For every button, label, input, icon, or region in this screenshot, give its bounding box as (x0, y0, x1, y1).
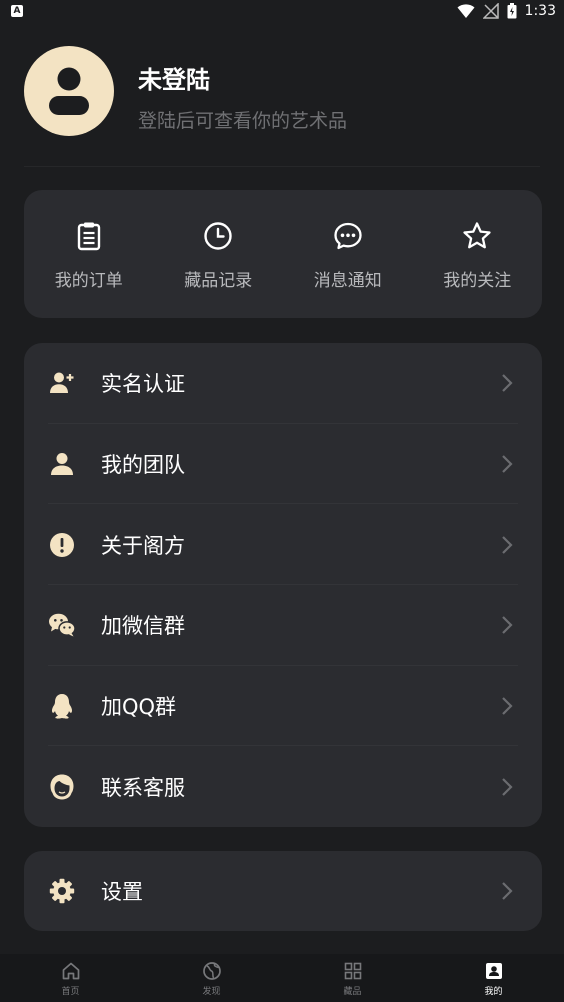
home-icon (62, 962, 79, 980)
wifi-icon (457, 4, 475, 18)
user-icon (48, 450, 76, 478)
menu-card: 实名认证 我的团队 关于阁方 加微信群 加QQ群 联系客服 (24, 343, 542, 827)
menu-item-label: 联系客服 (101, 775, 185, 800)
menu-item-team[interactable]: 我的团队 (24, 424, 542, 505)
quick-actions-card: 我的订单 藏品记录 消息通知 我的关注 (24, 190, 542, 318)
tab-label: 藏品 (343, 987, 362, 997)
default-avatar-icon (49, 67, 89, 115)
user-add-icon (48, 369, 76, 397)
chat-icon (334, 222, 362, 250)
menu-item-label: 关于阁方 (101, 533, 185, 558)
quick-action-notifications[interactable]: 消息通知 (283, 190, 413, 318)
bottom-tab-bar: 首页 发现 藏品 我的 (0, 954, 564, 1002)
no-signal-icon (482, 3, 499, 19)
avatar[interactable] (24, 46, 114, 136)
profile-header[interactable]: 未登陆 登陆后可查看你的艺术品 (24, 46, 544, 138)
service-icon (48, 773, 76, 801)
chevron-right-icon (502, 374, 513, 393)
wechat-icon (48, 611, 76, 639)
chevron-right-icon (502, 616, 513, 635)
menu-item-label: 实名认证 (101, 372, 185, 397)
quick-action-orders[interactable]: 我的订单 (24, 190, 154, 318)
grid-icon (344, 962, 361, 980)
gear-icon (48, 877, 76, 905)
menu-item-label: 设置 (101, 880, 143, 904)
quick-action-label: 我的订单 (54, 271, 123, 291)
clock-icon (204, 222, 232, 250)
tab-mine[interactable]: 我的 (423, 954, 564, 1002)
quick-action-label: 消息通知 (313, 271, 382, 291)
star-icon (463, 222, 491, 249)
quick-action-label: 藏品记录 (184, 271, 253, 291)
globe-icon (202, 962, 221, 980)
chevron-right-icon (502, 778, 513, 796)
quick-action-label: 我的关注 (443, 271, 512, 291)
info-icon (48, 531, 76, 559)
status-bar: A 1:33 (0, 0, 564, 24)
login-status-title[interactable]: 未登陆 (138, 60, 210, 95)
chevron-right-icon (502, 535, 513, 554)
quick-action-following[interactable]: 我的关注 (413, 190, 543, 318)
menu-item-label: 加QQ群 (101, 695, 177, 720)
tab-discover[interactable]: 发现 (141, 954, 282, 1002)
menu-item-qq-group[interactable]: 加QQ群 (24, 666, 542, 747)
menu-item-about[interactable]: 关于阁方 (24, 504, 542, 585)
menu-item-settings[interactable]: 设置 (24, 851, 542, 931)
menu-item-label: 加微信群 (101, 614, 185, 639)
clipboard-icon (77, 222, 100, 251)
notification-icon: A (11, 5, 23, 17)
tab-label: 我的 (484, 987, 503, 997)
battery-icon (507, 3, 517, 19)
tab-home[interactable]: 首页 (0, 954, 141, 1002)
quick-action-collection-records[interactable]: 藏品记录 (154, 190, 284, 318)
menu-item-wechat-group[interactable]: 加微信群 (24, 585, 542, 666)
chevron-right-icon (502, 455, 513, 473)
tab-label: 发现 (202, 987, 221, 997)
profile-icon (485, 963, 502, 979)
login-hint: 登陆后可查看你的艺术品 (138, 110, 348, 132)
chevron-right-icon (502, 882, 513, 900)
menu-item-verification[interactable]: 实名认证 (24, 343, 542, 424)
status-time: 1:33 (524, 3, 556, 19)
menu-item-customer-service[interactable]: 联系客服 (24, 746, 542, 827)
tab-label: 首页 (61, 987, 80, 997)
qq-icon (48, 692, 76, 720)
tab-collections[interactable]: 藏品 (282, 954, 423, 1002)
chevron-right-icon (502, 697, 513, 715)
menu-item-label: 我的团队 (101, 453, 185, 478)
settings-card: 设置 (24, 851, 542, 931)
divider (24, 166, 540, 167)
